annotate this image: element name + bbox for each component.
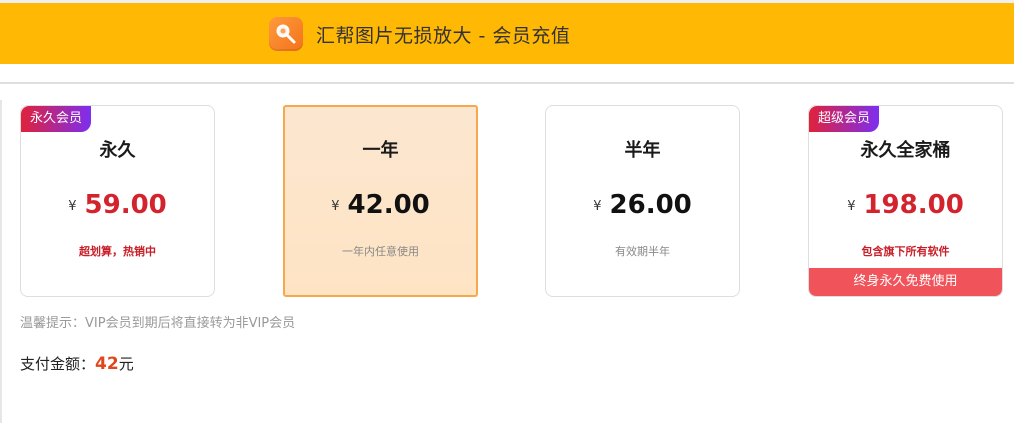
payment-unit: 元 [118, 355, 134, 373]
price-amount: 198.00 [863, 190, 964, 220]
plan-price: ¥42.00 [285, 190, 476, 220]
plan-name: 半年 [624, 140, 661, 161]
plan-price: ¥198.00 [809, 190, 1002, 220]
price-amount: 42.00 [347, 190, 430, 220]
currency-symbol: ¥ [331, 199, 340, 214]
recharge-window: 汇帮图片无损放大 - 会员充值 永久会员 永久 ¥59.00 超划算，热销中 一… [0, 0, 1014, 423]
plan-footer-banner: 终身永久免费使用 [809, 268, 1002, 296]
magnifier-logo-icon [269, 17, 303, 51]
price-amount: 26.00 [609, 190, 692, 220]
price-amount: 59.00 [84, 190, 167, 220]
plan-card-family-bundle[interactable]: 超级会员 永久全家桶 ¥198.00 包含旗下所有软件 终身永久免费使用 [808, 105, 1003, 297]
plan-description: 超划算，热销中 [79, 245, 156, 258]
plan-name: 一年 [362, 140, 399, 161]
plan-description: 有效期半年 [615, 245, 670, 258]
plan-name: 永久 [99, 140, 136, 161]
currency-symbol: ¥ [847, 199, 856, 214]
currency-symbol: ¥ [68, 199, 77, 214]
plan-description: 一年内任意使用 [342, 245, 419, 258]
plan-price: ¥26.00 [546, 190, 739, 220]
currency-symbol: ¥ [593, 199, 602, 214]
plan-card-permanent[interactable]: 永久会员 永久 ¥59.00 超划算，热销中 [20, 105, 215, 297]
header-divider [0, 82, 1014, 84]
plan-badge: 永久会员 [21, 106, 92, 132]
plan-card-half-year[interactable]: 半年 ¥26.00 有效期半年 [545, 105, 740, 297]
membership-tip: 温馨提示：VIP会员到期后将直接转为非VIP会员 [20, 316, 296, 331]
plan-name: 永久全家桶 [860, 140, 951, 161]
page-title: 汇帮图片无损放大 - 会员充值 [316, 25, 571, 47]
payment-amount-row: 支付金额：42元 [20, 353, 134, 374]
payment-label: 支付金额： [20, 355, 96, 373]
left-border [0, 100, 2, 423]
plan-badge: 超级会员 [809, 106, 880, 132]
title-bar: 汇帮图片无损放大 - 会员充值 [0, 0, 1014, 64]
plan-description: 包含旗下所有软件 [861, 245, 950, 258]
payment-amount: 42 [95, 354, 119, 374]
plan-price: ¥59.00 [21, 190, 214, 220]
plan-card-one-year[interactable]: 一年 ¥42.00 一年内任意使用 [283, 105, 478, 297]
